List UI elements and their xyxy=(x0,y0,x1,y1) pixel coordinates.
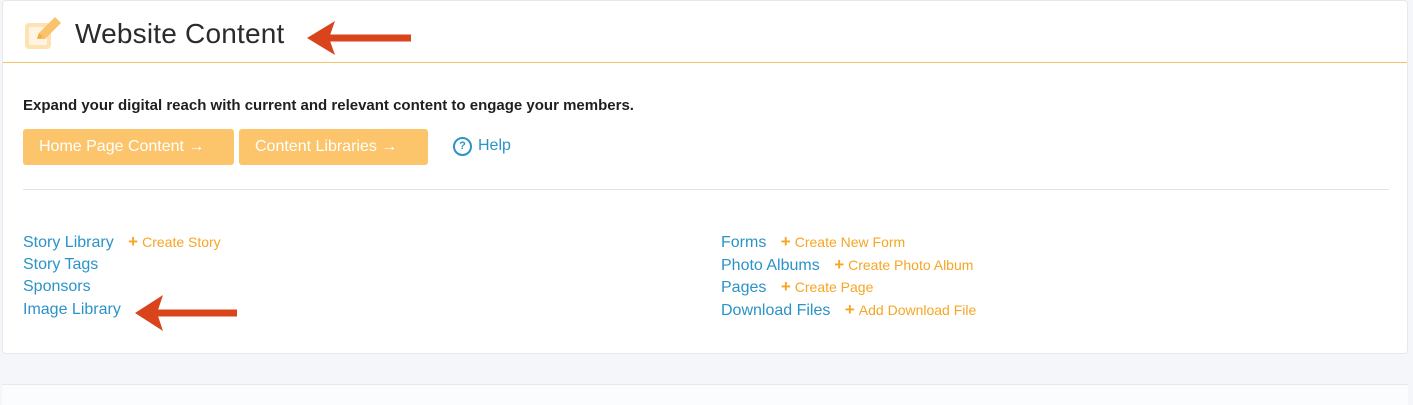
list-item: Photo Albums + Create Photo Album xyxy=(721,254,976,277)
list-item: Forms + Create New Form xyxy=(721,231,976,254)
home-page-content-button[interactable]: Home Page Content → xyxy=(23,129,234,165)
plus-icon: + xyxy=(128,232,139,251)
plus-icon: + xyxy=(780,232,791,251)
story-library-link[interactable]: Story Library xyxy=(23,234,114,251)
panel-header: Website Content xyxy=(3,1,1407,63)
photo-albums-link[interactable]: Photo Albums xyxy=(721,257,820,274)
help-label: Help xyxy=(478,137,511,154)
story-tags-link[interactable]: Story Tags xyxy=(23,256,98,273)
divider xyxy=(23,189,1389,190)
website-content-panel: Website Content Expand your digital reac… xyxy=(2,0,1408,354)
next-panel-edge xyxy=(2,384,1408,405)
create-photo-album-link[interactable]: + Create Photo Album xyxy=(834,254,974,274)
help-icon: ? xyxy=(453,137,472,156)
plus-icon: + xyxy=(834,254,845,274)
page-title: Website Content xyxy=(75,18,285,49)
create-photo-album-label: Create Photo Album xyxy=(848,256,974,273)
list-item: Pages + Create Page xyxy=(721,276,976,299)
create-page-label: Create Page xyxy=(794,279,874,295)
sponsors-link[interactable]: Sponsors xyxy=(23,278,91,295)
edit-icon xyxy=(25,17,61,49)
annotation-arrow-icon xyxy=(307,21,411,55)
create-new-form-link[interactable]: + Create New Form xyxy=(780,232,906,251)
image-library-link[interactable]: Image Library xyxy=(23,301,121,318)
create-new-form-label: Create New Form xyxy=(794,234,906,250)
list-item: Story Tags xyxy=(23,254,221,277)
help-link[interactable]: ? Help xyxy=(453,135,511,157)
annotation-arrow-icon xyxy=(135,295,237,331)
download-files-link[interactable]: Download Files xyxy=(721,302,830,319)
pages-link[interactable]: Pages xyxy=(721,279,766,296)
intro-text: Expand your digital reach with current a… xyxy=(23,97,634,114)
plus-icon: + xyxy=(844,299,855,319)
content-libraries-button[interactable]: Content Libraries → xyxy=(239,129,428,165)
add-download-file-link[interactable]: + Add Download File xyxy=(844,299,977,319)
add-download-file-label: Add Download File xyxy=(858,301,977,318)
plus-icon: + xyxy=(780,277,791,296)
create-story-label: Create Story xyxy=(142,234,221,250)
create-story-link[interactable]: + Create Story xyxy=(128,232,221,251)
list-item: Download Files + Add Download File xyxy=(721,299,976,322)
create-page-link[interactable]: + Create Page xyxy=(780,277,874,296)
list-item: Story Library + Create Story xyxy=(23,231,221,254)
right-link-column: Forms + Create New Form Photo Albums + Cre… xyxy=(721,231,976,321)
forms-link[interactable]: Forms xyxy=(721,234,766,251)
